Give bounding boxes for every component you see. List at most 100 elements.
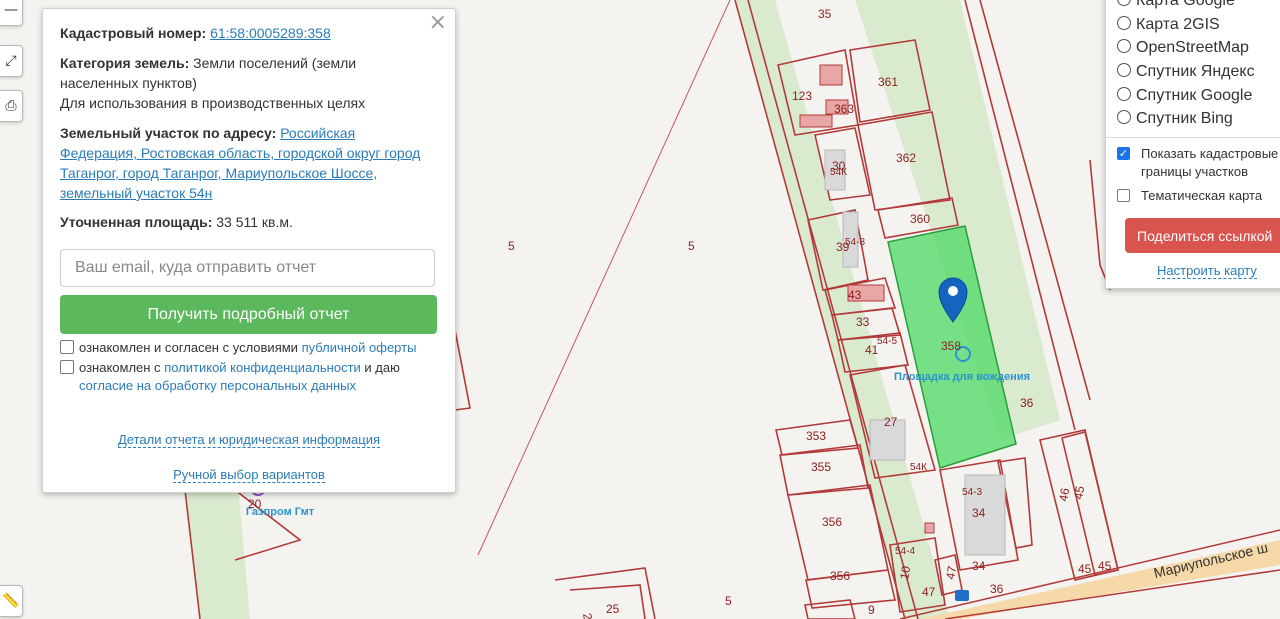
parcel-label: 10 bbox=[897, 565, 913, 581]
building bbox=[924, 522, 935, 534]
parcel-label: 5 bbox=[725, 594, 732, 608]
parcel-label: 5 bbox=[508, 239, 515, 253]
parcel-boundary bbox=[477, 0, 731, 556]
parcel bbox=[1039, 429, 1119, 581]
layer-option-label: Спутник Bing bbox=[1136, 110, 1233, 127]
zoom-out-button[interactable]: — bbox=[0, 0, 23, 26]
parcel-info-popup: × Кадастровый номер: 61:58:0005289:358 К… bbox=[42, 8, 456, 493]
parcel-label: 54-4 bbox=[895, 546, 915, 557]
layer-option[interactable]: Спутник Bing bbox=[1117, 108, 1233, 130]
parcel-label: 35 bbox=[818, 7, 832, 21]
parcel-label: 363 bbox=[834, 102, 854, 116]
area-value: 33 511 кв.м. bbox=[216, 214, 293, 230]
layer-option[interactable]: Карта Google bbox=[1117, 0, 1235, 12]
parcel-label: 358 bbox=[941, 339, 961, 353]
radio-icon[interactable] bbox=[1117, 63, 1131, 77]
parcel-label: 54К bbox=[910, 462, 927, 473]
parcel-label: 9 bbox=[868, 603, 875, 617]
building bbox=[819, 64, 843, 86]
show-boundaries-toggle[interactable]: ✓ Показать кадастровые границы участков bbox=[1117, 145, 1280, 185]
cadastral-label: Кадастровый номер: bbox=[60, 25, 207, 41]
get-report-button[interactable]: Получить подробный отчет bbox=[60, 295, 437, 334]
category-label: Категория земель: bbox=[60, 55, 190, 71]
parcel-label: 34 bbox=[972, 506, 986, 520]
parcel-label: 355 bbox=[811, 460, 831, 474]
details-link[interactable]: Детали отчета и юридическая информация bbox=[117, 432, 381, 448]
layer-option[interactable]: Спутник Google bbox=[1117, 85, 1252, 107]
parcel-label: 54-8 bbox=[845, 237, 865, 248]
parcel-label: 25 bbox=[580, 612, 596, 619]
layer-option[interactable]: Спутник Яндекс bbox=[1117, 61, 1255, 83]
privacy-consent-mid: и даю bbox=[364, 360, 400, 375]
parcel bbox=[787, 484, 889, 581]
layer-option[interactable]: OpenStreetMap bbox=[1117, 37, 1249, 59]
address-label: Земельный участок по адресу: bbox=[60, 125, 277, 141]
offer-consent[interactable]: ознакомлен и согласен с условиями публич… bbox=[60, 339, 440, 357]
parcel-boundary bbox=[554, 567, 656, 619]
offer-consent-text: ознакомлен и согласен с условиями bbox=[79, 340, 298, 355]
parcel-label: 5 bbox=[688, 239, 695, 253]
parcel-label: 45 bbox=[1071, 485, 1087, 501]
parcel-label: 361 bbox=[878, 75, 898, 89]
share-link-button[interactable]: Поделиться ссылкой bbox=[1125, 218, 1280, 253]
parcel-label: 45 bbox=[1078, 562, 1092, 576]
radio-icon[interactable] bbox=[1117, 110, 1131, 124]
ruler-icon: 📏 bbox=[2, 593, 20, 609]
privacy-consent-text: ознакомлен с bbox=[79, 360, 161, 375]
parcel-label: 34 bbox=[972, 559, 986, 573]
radio-icon[interactable] bbox=[1117, 87, 1131, 101]
area-label: Уточненная площадь: bbox=[60, 214, 213, 230]
parcel-label: 33 bbox=[856, 315, 870, 329]
parcel-label: 43 bbox=[848, 288, 862, 302]
fullscreen-button[interactable]: ⤢ bbox=[0, 45, 23, 77]
configure-map-link[interactable]: Настроить карту bbox=[1157, 263, 1257, 279]
thematic-checkbox[interactable] bbox=[1117, 189, 1130, 202]
layer-option-label: Карта Google bbox=[1136, 0, 1235, 9]
layer-option[interactable]: Карта 2GIS bbox=[1117, 14, 1220, 36]
category-row: Категория земель: Земли поселений (земли… bbox=[60, 53, 435, 93]
manual-choice-link[interactable]: Ручной выбор вариантов bbox=[173, 467, 325, 483]
personal-data-link[interactable]: согласие на обработку персональных данны… bbox=[79, 378, 356, 393]
privacy-checkbox[interactable] bbox=[60, 360, 74, 374]
parcel-label: 353 bbox=[806, 429, 826, 443]
cadastral-link[interactable]: 61:58:0005289:358 bbox=[210, 25, 331, 41]
cadastral-row: Кадастровый номер: 61:58:0005289:358 bbox=[60, 23, 435, 43]
show-boundaries-label: Показать кадастровые границы участков bbox=[1141, 146, 1279, 179]
offer-checkbox[interactable] bbox=[60, 340, 74, 354]
radio-icon[interactable] bbox=[1117, 16, 1131, 30]
parcel-label: 47 bbox=[943, 565, 959, 581]
offer-link[interactable]: публичной оферты bbox=[302, 340, 417, 355]
print-button[interactable]: ⎙ bbox=[0, 90, 23, 122]
parcel-label: 27 bbox=[884, 415, 898, 429]
parcel-label: 54-3 bbox=[962, 487, 982, 498]
printer-icon: ⎙ bbox=[5, 98, 17, 114]
parcel-label: 45 bbox=[1098, 559, 1112, 573]
thematic-toggle[interactable]: Тематическая карта bbox=[1117, 187, 1280, 207]
show-boundaries-checkbox[interactable]: ✓ bbox=[1117, 147, 1130, 160]
parcel-label: 46 bbox=[1056, 487, 1072, 503]
parcel-label: 362 bbox=[896, 151, 916, 165]
usage-value: Для использования в производственных цел… bbox=[60, 95, 366, 111]
parcel-label: 54К bbox=[830, 167, 847, 178]
details-row: Детали отчета и юридическая информация bbox=[43, 430, 455, 450]
parcel bbox=[1061, 431, 1119, 576]
layer-option-label: OpenStreetMap bbox=[1136, 39, 1249, 56]
parcel-label: 36 bbox=[990, 582, 1004, 596]
parcel-label: 356 bbox=[822, 515, 842, 529]
building bbox=[799, 114, 833, 128]
divider bbox=[1106, 137, 1280, 138]
address-row: Земельный участок по адресу: Российская … bbox=[60, 123, 435, 203]
ruler-button[interactable]: 📏 bbox=[0, 585, 23, 617]
layer-option-label: Карта 2GIS bbox=[1136, 16, 1220, 33]
parcel-label: 36 bbox=[1020, 396, 1034, 410]
parcel-label: 54-5 bbox=[877, 336, 897, 347]
email-input[interactable] bbox=[60, 249, 435, 287]
parcel-label: 123 bbox=[792, 89, 812, 103]
layer-option-label: Спутник Яндекс bbox=[1136, 63, 1255, 80]
privacy-consent[interactable]: ознакомлен с политикой конфиденциальност… bbox=[60, 359, 440, 395]
layer-option-label: Спутник Google bbox=[1136, 87, 1253, 104]
radio-icon[interactable] bbox=[1117, 0, 1131, 6]
radio-icon[interactable] bbox=[1117, 39, 1131, 53]
expand-icon: ⤢ bbox=[5, 53, 17, 69]
privacy-policy-link[interactable]: политикой конфиденциальности bbox=[164, 360, 361, 375]
